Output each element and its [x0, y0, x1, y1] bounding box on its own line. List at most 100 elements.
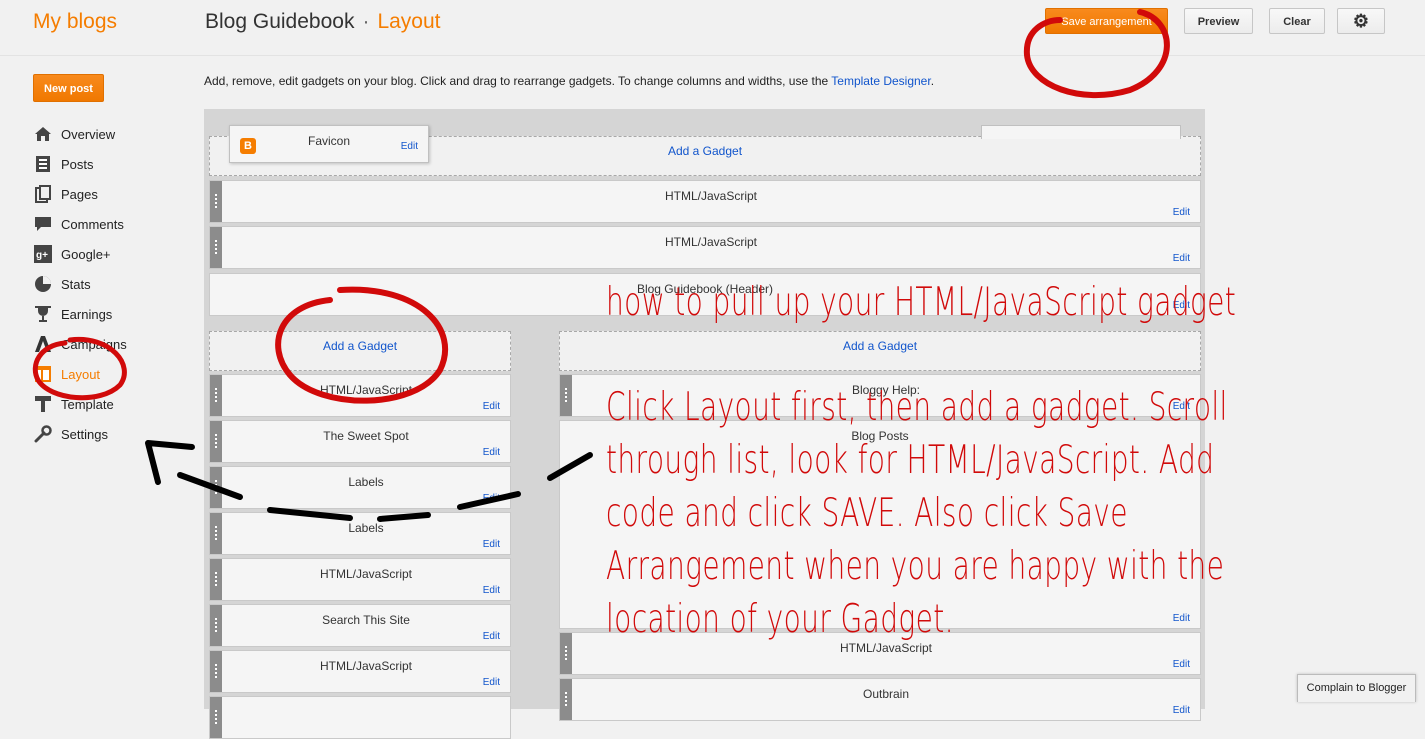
gadget-search-this-site[interactable]: Search This Site Edit — [209, 604, 511, 647]
drag-handle[interactable] — [210, 651, 222, 692]
gadget-title: Search This Site — [322, 613, 410, 627]
drag-handle[interactable] — [210, 181, 222, 222]
gadget-blog-posts[interactable]: Blog Posts Edit — [559, 420, 1201, 629]
edit-link[interactable]: Edit — [483, 631, 500, 642]
edit-link[interactable]: Edit — [401, 141, 418, 152]
gadget-header[interactable]: Blog Guidebook (Header) Edit — [209, 273, 1201, 316]
gadget-title: Outbrain — [862, 687, 910, 701]
sidebar-item-campaigns[interactable]: Campaigns — [34, 329, 127, 359]
gadget-the-sweet-spot[interactable]: The Sweet Spot Edit — [209, 420, 511, 463]
drag-handle[interactable] — [210, 605, 222, 646]
clear-button[interactable]: Clear — [1269, 8, 1325, 34]
sidebar-item-earnings[interactable]: Earnings — [34, 299, 127, 329]
layout-canvas: Add a Gadget HTML/JavaScript Edit HTML/J… — [204, 109, 1205, 739]
edit-link[interactable]: Edit — [1173, 613, 1190, 624]
sidebar-item-google-plus[interactable]: g+ Google+ — [34, 239, 127, 269]
edit-link[interactable]: Edit — [483, 401, 500, 412]
edit-link[interactable]: Edit — [483, 493, 500, 504]
page-title: Layout — [377, 10, 441, 33]
breadcrumb: Blog Guidebook · Layout — [205, 10, 441, 34]
layout-description: Add, remove, edit gadgets on your blog. … — [204, 74, 934, 88]
drag-handle[interactable] — [560, 633, 572, 674]
edit-link[interactable]: Edit — [1173, 300, 1190, 311]
preview-button[interactable]: Preview — [1184, 8, 1253, 34]
sidebar-nav: Overview Posts Pages Comments g+ Google+… — [34, 119, 127, 449]
gadget-bloggy-help[interactable]: Bloggy Help: Edit — [559, 374, 1201, 417]
dragging-gadget-favicon[interactable]: B Favicon Edit — [229, 125, 429, 163]
gadget-labels[interactable]: Labels Edit — [209, 512, 511, 555]
add-gadget-right[interactable]: Add a Gadget — [559, 331, 1201, 371]
blog-name[interactable]: Blog Guidebook — [205, 10, 354, 33]
gadget-html-javascript[interactable]: HTML/JavaScript Edit — [209, 650, 511, 693]
template-designer-link[interactable]: Template Designer — [831, 74, 930, 88]
sidebar-item-label: Earnings — [61, 306, 113, 322]
description-end: . — [930, 74, 935, 88]
gadget-outbrain[interactable]: Outbrain Edit — [559, 678, 1201, 721]
gadget-title: HTML/JavaScript — [319, 567, 413, 581]
my-blogs-link[interactable]: My blogs — [33, 10, 117, 34]
gadget-html-javascript[interactable]: HTML/JavaScript Edit — [209, 374, 511, 417]
drag-handle[interactable] — [210, 467, 222, 508]
add-gadget-left[interactable]: Add a Gadget — [209, 331, 511, 371]
svg-text:g+: g+ — [36, 250, 48, 261]
complain-to-blogger-button[interactable]: Complain to Blogger — [1297, 674, 1416, 702]
new-post-button[interactable]: New post — [33, 74, 104, 102]
drag-handle[interactable] — [210, 513, 222, 554]
save-arrangement-button[interactable]: Save arrangement — [1045, 8, 1168, 34]
sidebar-item-label: Pages — [61, 186, 98, 202]
edit-link[interactable]: Edit — [483, 447, 500, 458]
sidebar-item-label: Layout — [61, 366, 101, 382]
sidebar-item-overview[interactable]: Overview — [34, 119, 127, 149]
sidebar-item-posts[interactable]: Posts — [34, 149, 127, 179]
gadget-title: Labels — [348, 475, 384, 489]
edit-link[interactable]: Edit — [1173, 253, 1190, 264]
drag-handle[interactable] — [560, 375, 572, 416]
gadget-title: Blog Guidebook (Header) — [636, 282, 774, 296]
gadget-html-javascript[interactable]: HTML/JavaScript Edit — [209, 558, 511, 601]
sidebar-item-label: Stats — [61, 276, 91, 292]
gadget-labels[interactable]: Labels Edit — [209, 466, 511, 509]
stats-icon — [34, 275, 52, 293]
pages-icon — [34, 185, 52, 203]
description-text: Add, remove, edit gadgets on your blog. … — [204, 74, 829, 88]
gadget-title: Favicon — [307, 134, 351, 148]
drag-handle[interactable] — [210, 697, 222, 738]
gadget-title: HTML/JavaScript — [664, 189, 758, 203]
sidebar-item-stats[interactable]: Stats — [34, 269, 127, 299]
edit-link[interactable]: Edit — [1173, 401, 1190, 412]
gadget-title: The Sweet Spot — [323, 429, 409, 443]
gadget-title: Bloggy Help: — [851, 383, 921, 397]
sidebar-item-layout[interactable]: Layout — [34, 359, 127, 389]
gadget-html-javascript[interactable]: HTML/JavaScript Edit — [209, 180, 1201, 223]
drag-handle[interactable] — [210, 227, 222, 268]
top-bar: My blogs Blog Guidebook · Layout Save arra… — [0, 0, 1425, 56]
drag-handle[interactable] — [210, 421, 222, 462]
sidebar-item-label: Settings — [61, 426, 108, 442]
gadget-title: Blog Posts — [851, 429, 909, 443]
sidebar-item-label: Template — [61, 396, 114, 412]
gadget-html-javascript[interactable]: HTML/JavaScript Edit — [209, 226, 1201, 269]
home-icon — [34, 125, 52, 143]
comments-icon — [34, 215, 52, 233]
edit-link[interactable]: Edit — [483, 585, 500, 596]
drag-handle[interactable] — [210, 375, 222, 416]
drag-handle[interactable] — [560, 679, 572, 720]
sidebar-item-comments[interactable]: Comments — [34, 209, 127, 239]
sidebar-item-template[interactable]: Template — [34, 389, 127, 419]
drag-handle[interactable] — [210, 559, 222, 600]
gadget-html-javascript[interactable]: HTML/JavaScript Edit — [559, 632, 1201, 675]
edit-link[interactable]: Edit — [1173, 207, 1190, 218]
edit-link[interactable]: Edit — [1173, 659, 1190, 670]
gadget-partial[interactable] — [209, 696, 511, 739]
sidebar-item-settings[interactable]: Settings — [34, 419, 127, 449]
edit-link[interactable]: Edit — [483, 539, 500, 550]
sidebar-item-label: Comments — [61, 216, 124, 232]
edit-link[interactable]: Edit — [483, 677, 500, 688]
edit-link[interactable]: Edit — [1173, 705, 1190, 716]
trophy-icon — [34, 305, 52, 323]
breadcrumb-separator: · — [362, 10, 370, 33]
gadget-title: HTML/JavaScript — [839, 641, 933, 655]
settings-button[interactable]: ⚙ — [1337, 8, 1385, 34]
sidebar-item-pages[interactable]: Pages — [34, 179, 127, 209]
sidebar-item-label: Campaigns — [61, 336, 127, 352]
